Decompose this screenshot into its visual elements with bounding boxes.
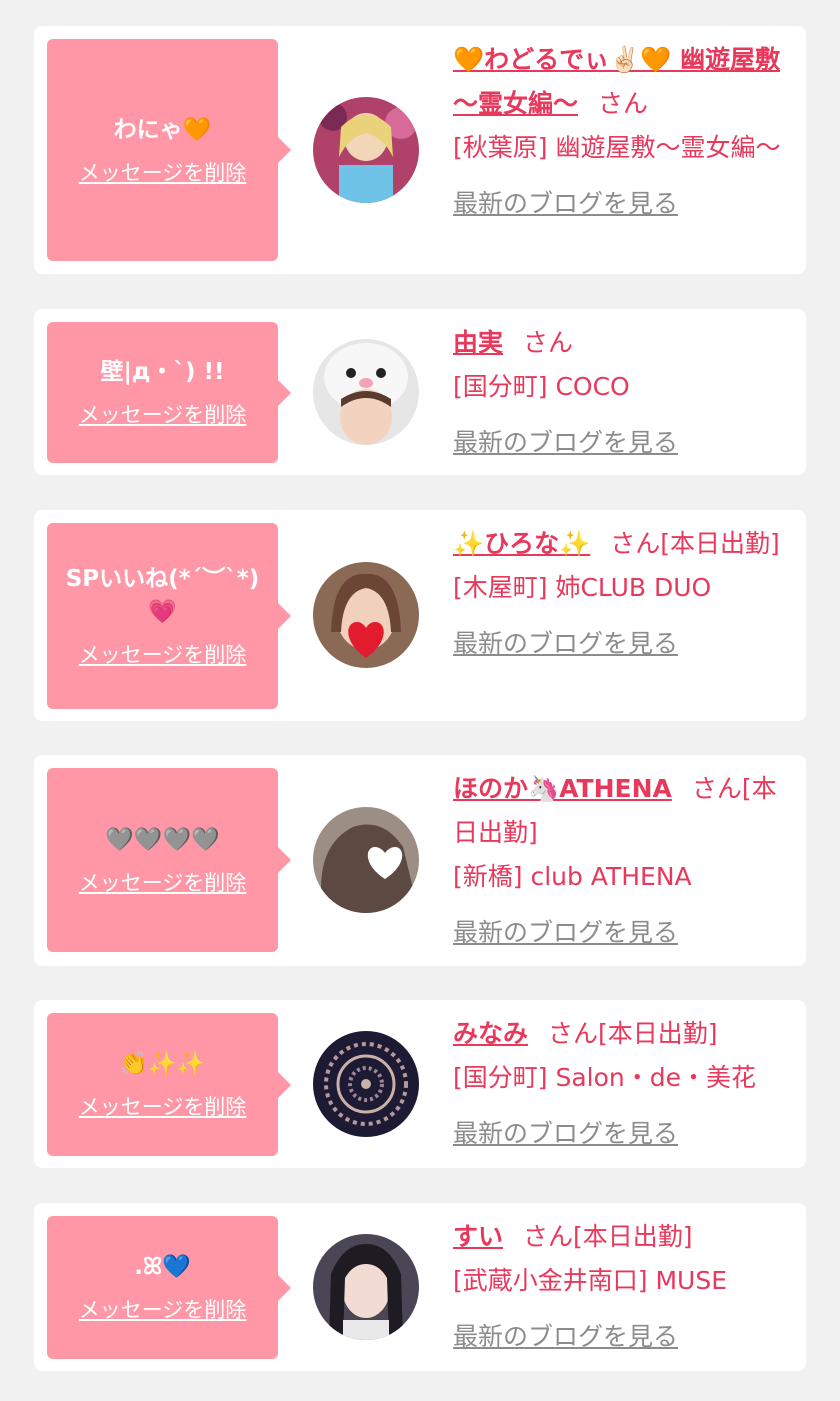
message-text: 🩶🩶🩶🩶	[105, 826, 220, 853]
girl-name-link[interactable]: 由実	[453, 328, 503, 357]
delete-message-link[interactable]: メッセージを削除	[79, 399, 247, 429]
avatar-photo-icon	[313, 562, 419, 668]
honorific-status: さん	[523, 328, 574, 357]
message-bubble: SPいいね(*´︶`*)💗 メッセージを削除	[47, 523, 291, 709]
honorific-status: さん[本日出勤]	[548, 1019, 718, 1048]
entry-info: ✨ひろな✨ さん[本日出勤] [木屋町] 姉CLUB DUO 最新のブログを見る	[453, 522, 798, 666]
delete-message-link[interactable]: メッセージを削除	[79, 867, 247, 897]
delete-message-link[interactable]: メッセージを削除	[79, 1294, 247, 1324]
latest-blog-link[interactable]: 最新のブログを見る	[453, 182, 798, 226]
like-card: .ꕤ💙 メッセージを削除 すい さん[本日出勤] [武蔵小金井南口] MUSE 最…	[34, 1203, 806, 1371]
message-bubble: .ꕤ💙 メッセージを削除	[47, 1216, 291, 1359]
latest-blog-link[interactable]: 最新のブログを見る	[453, 1315, 798, 1359]
shop-label: [秋葉原] 幽遊屋敷～霊女編～	[453, 133, 781, 162]
shop-label: [武蔵小金井南口] MUSE	[453, 1266, 727, 1295]
avatar-photo-icon	[313, 1234, 419, 1340]
message-bubble: 壁|д・`) !! メッセージを削除	[47, 322, 291, 463]
shop-label: [新橋] club ATHENA	[453, 862, 692, 891]
latest-blog-link[interactable]: 最新のブログを見る	[453, 911, 798, 955]
girl-name-link[interactable]: ✨ひろな✨	[453, 529, 590, 558]
message-bubble: 👏✨✨ メッセージを削除	[47, 1013, 291, 1156]
girl-name-link[interactable]: ほのか🦄ATHENA	[453, 774, 672, 803]
avatar[interactable]	[313, 807, 419, 913]
girl-name-link[interactable]: みなみ	[453, 1019, 528, 1048]
shop-label: [木屋町] 姉CLUB DUO	[453, 573, 712, 602]
latest-blog-link[interactable]: 最新のブログを見る	[453, 622, 798, 666]
latest-blog-link[interactable]: 最新のブログを見る	[453, 1112, 798, 1156]
avatar[interactable]	[313, 339, 419, 445]
avatar[interactable]	[313, 1031, 419, 1137]
like-card: 壁|д・`) !! メッセージを削除 由実 さん [国分町] COCO 最新のブロ…	[34, 309, 806, 475]
message-bubble: 🩶🩶🩶🩶 メッセージを削除	[47, 768, 291, 952]
entry-info: ほのか🦄ATHENA さん[本日出勤] [新橋] club ATHENA 最新のブ…	[453, 767, 798, 955]
entry-info: 🧡わどるでぃ✌🏻🧡 幽遊屋敷～霊女編～ さん [秋葉原] 幽遊屋敷～霊女編～ 最新…	[453, 38, 798, 226]
avatar-photo-icon	[313, 339, 419, 445]
avatar-photo-icon	[313, 807, 419, 913]
avatar-photo-icon	[313, 97, 419, 203]
avatar[interactable]	[313, 1234, 419, 1340]
avatar[interactable]	[313, 97, 419, 203]
like-card: SPいいね(*´︶`*)💗 メッセージを削除 ✨ひろな✨ さん[本日出勤] [木屋…	[34, 510, 806, 721]
like-card: 👏✨✨ メッセージを削除 みなみ さん[本日出勤] [国分町] Salon・de・…	[34, 1000, 806, 1168]
delete-message-link[interactable]: メッセージを削除	[79, 1091, 247, 1121]
message-bubble: わにゃ🧡 メッセージを削除	[47, 39, 291, 261]
message-text: 👏✨✨	[119, 1051, 206, 1077]
like-card: わにゃ🧡 メッセージを削除 🧡わどるでぃ✌🏻🧡 幽遊屋敷～霊女編～ さん [秋葉原…	[34, 26, 806, 274]
message-text: わにゃ🧡	[113, 116, 212, 143]
message-text: 壁|д・`) !!	[100, 359, 225, 385]
shop-label: [国分町] Salon・de・美花	[453, 1063, 756, 1092]
shop-label: [国分町] COCO	[453, 372, 630, 401]
honorific-status: さん[本日出勤]	[610, 529, 780, 558]
avatar-photo-icon	[313, 1031, 419, 1137]
entry-info: すい さん[本日出勤] [武蔵小金井南口] MUSE 最新のブログを見る	[453, 1215, 798, 1359]
honorific-status: さん	[598, 89, 649, 118]
message-text: .ꕤ💙	[134, 1254, 191, 1280]
like-card: 🩶🩶🩶🩶 メッセージを削除 ほのか🦄ATHENA さん[本日出勤] [新橋] cl…	[34, 755, 806, 966]
delete-message-link[interactable]: メッセージを削除	[79, 639, 247, 669]
entry-info: みなみ さん[本日出勤] [国分町] Salon・de・美花 最新のブログを見る	[453, 1012, 798, 1156]
avatar[interactable]	[313, 562, 419, 668]
delete-message-link[interactable]: メッセージを削除	[79, 157, 247, 187]
girl-name-link[interactable]: すい	[453, 1222, 503, 1251]
honorific-status: さん[本日出勤]	[523, 1222, 693, 1251]
entry-info: 由実 さん [国分町] COCO 最新のブログを見る	[453, 321, 798, 465]
message-text: SPいいね(*´︶`*)💗	[65, 566, 260, 625]
latest-blog-link[interactable]: 最新のブログを見る	[453, 421, 798, 465]
